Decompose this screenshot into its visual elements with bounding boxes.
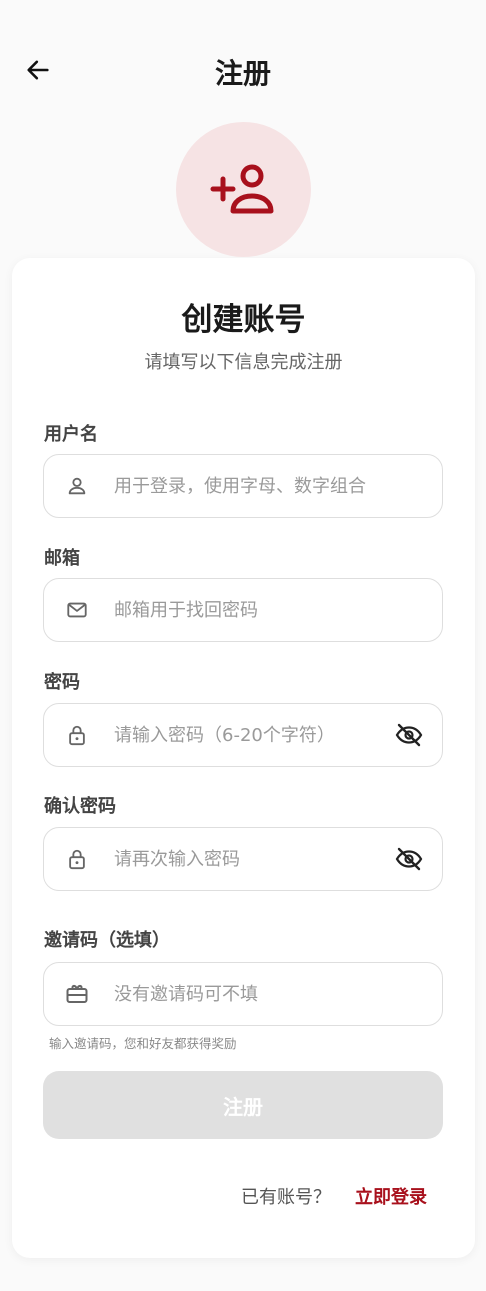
- login-link[interactable]: 立即登录: [355, 1183, 427, 1209]
- invite-code-hint: 输入邀请码，您和好友都获得奖励: [49, 1036, 237, 1051]
- register-button[interactable]: 注册: [43, 1071, 443, 1139]
- username-input[interactable]: [114, 455, 442, 517]
- eye-off-icon[interactable]: [394, 720, 424, 750]
- top-bar: 注册: [0, 0, 486, 140]
- username-label: 用户名: [44, 424, 98, 445]
- password-input[interactable]: [114, 704, 394, 766]
- login-prompt: 已有账号？: [241, 1187, 331, 1208]
- invite-code-field[interactable]: [43, 962, 443, 1026]
- page-title: 注册: [214, 57, 271, 90]
- mail-icon: [64, 597, 90, 623]
- confirm-password-label: 确认密码: [44, 796, 116, 817]
- confirm-password-field[interactable]: [43, 827, 443, 891]
- person-icon: [64, 473, 90, 499]
- email-label: 邮箱: [44, 548, 80, 569]
- email-input[interactable]: [114, 579, 442, 641]
- invite-code-input[interactable]: [114, 963, 442, 1025]
- eye-off-icon[interactable]: [394, 844, 424, 874]
- card-subtitle: 请填写以下信息完成注册: [144, 352, 343, 373]
- card-title: 创建账号: [181, 302, 306, 338]
- lock-icon: [64, 722, 90, 748]
- person-add-icon: [210, 164, 273, 213]
- lock-icon: [64, 846, 90, 872]
- gift-card-icon: [64, 981, 90, 1007]
- email-field[interactable]: [43, 578, 443, 642]
- confirm-password-input[interactable]: [114, 828, 394, 890]
- avatar: [176, 122, 311, 257]
- invite-code-label: 邀请码（选填）: [44, 930, 170, 951]
- password-field[interactable]: [43, 703, 443, 767]
- register-card: 创建账号 请填写以下信息完成注册 用户名 邮箱 密码: [12, 258, 475, 1258]
- login-row: 已有账号？ 立即登录: [241, 1183, 427, 1209]
- password-label: 密码: [44, 672, 80, 693]
- username-field[interactable]: [43, 454, 443, 518]
